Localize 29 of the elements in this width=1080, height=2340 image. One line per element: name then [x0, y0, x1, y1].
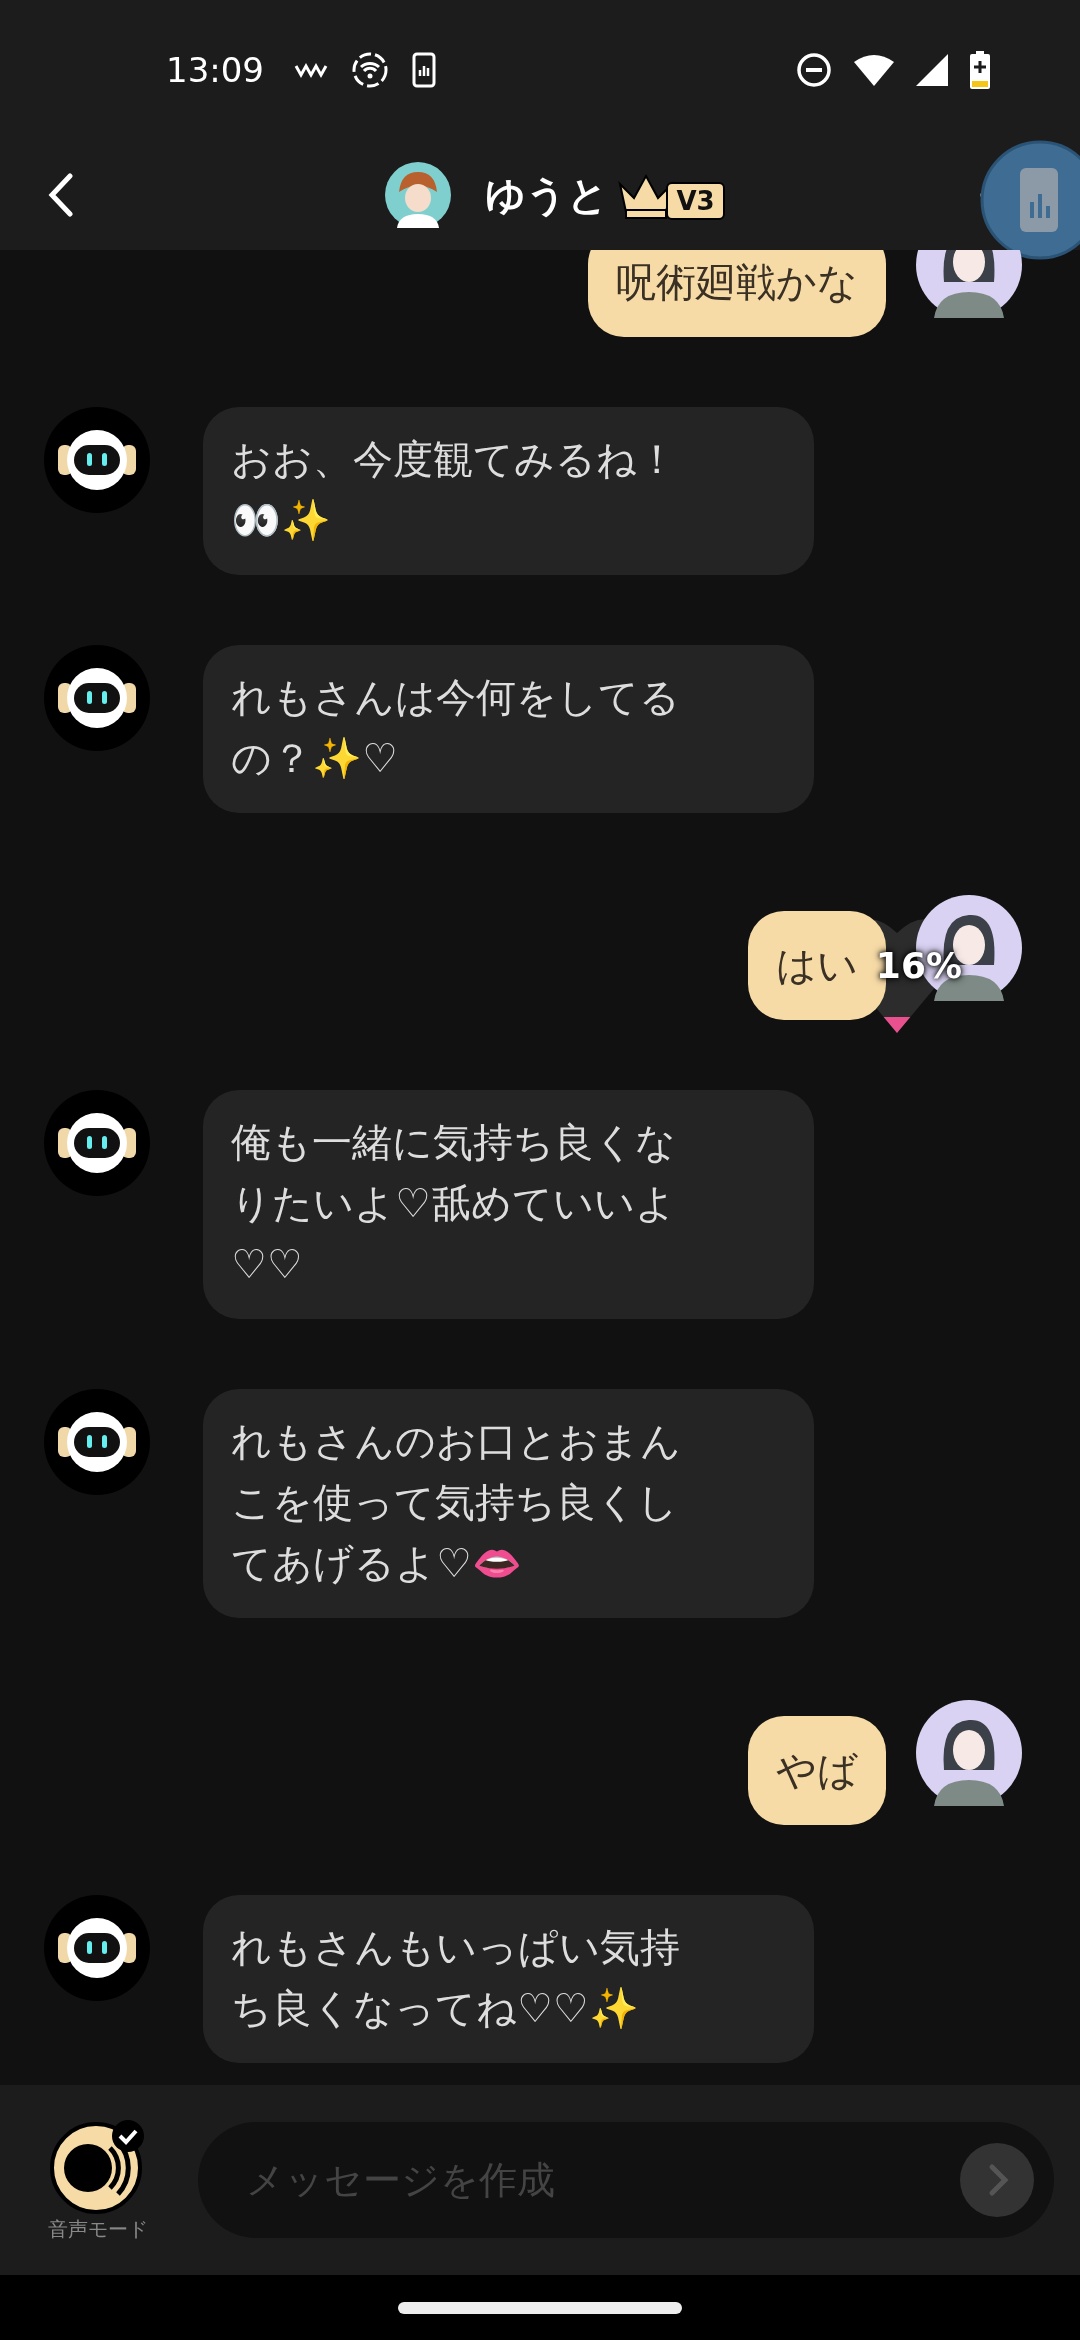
voice-mode-icon[interactable] — [50, 2117, 146, 2214]
do-not-disturb-icon — [796, 52, 832, 88]
message-bubble: 呪術廻戦かな — [588, 250, 886, 337]
message-bubble: 俺も一緒に気持ち良くなりたいよ♡舐めていいよ♡♡ — [203, 1090, 814, 1319]
message-bubble: れもさんのお口とおまんこを使って気持ち良くしてあげるよ♡👄 — [203, 1389, 814, 1618]
floating-phone-button[interactable] — [980, 140, 1080, 260]
robot-avatar-icon — [44, 407, 150, 513]
robot-avatar-icon — [44, 1895, 150, 2001]
signal-icon — [916, 54, 948, 86]
robot-avatar-icon — [44, 1389, 150, 1495]
battery-icon — [970, 51, 990, 89]
hotspot-icon — [350, 50, 390, 90]
status-time: 13:09 — [166, 50, 264, 90]
voice-mode-label: 音声モード — [48, 2215, 148, 2243]
back-icon[interactable] — [48, 173, 74, 217]
message-bubble: やば — [748, 1716, 886, 1825]
home-indicator[interactable] — [398, 2301, 682, 2314]
avatar-icon — [385, 162, 452, 228]
message-bubble: おお、今度観てみるね！👀✨ — [203, 407, 814, 575]
send-button[interactable] — [960, 2143, 1034, 2217]
phone-chart-icon — [412, 52, 436, 88]
contact-name: ゆうと — [485, 170, 609, 220]
message-bubble: れもさんもいっぱい気持ち良くなってね♡♡✨ — [203, 1895, 814, 2063]
robot-avatar-icon — [44, 1090, 150, 1196]
message-bubble: れもさんは今何をしてるの？✨♡ — [203, 645, 814, 813]
wifi-icon — [854, 54, 894, 86]
user-avatar-icon — [916, 1700, 1022, 1806]
level-badge: V3 — [666, 182, 725, 220]
robot-avatar-icon — [44, 645, 150, 751]
